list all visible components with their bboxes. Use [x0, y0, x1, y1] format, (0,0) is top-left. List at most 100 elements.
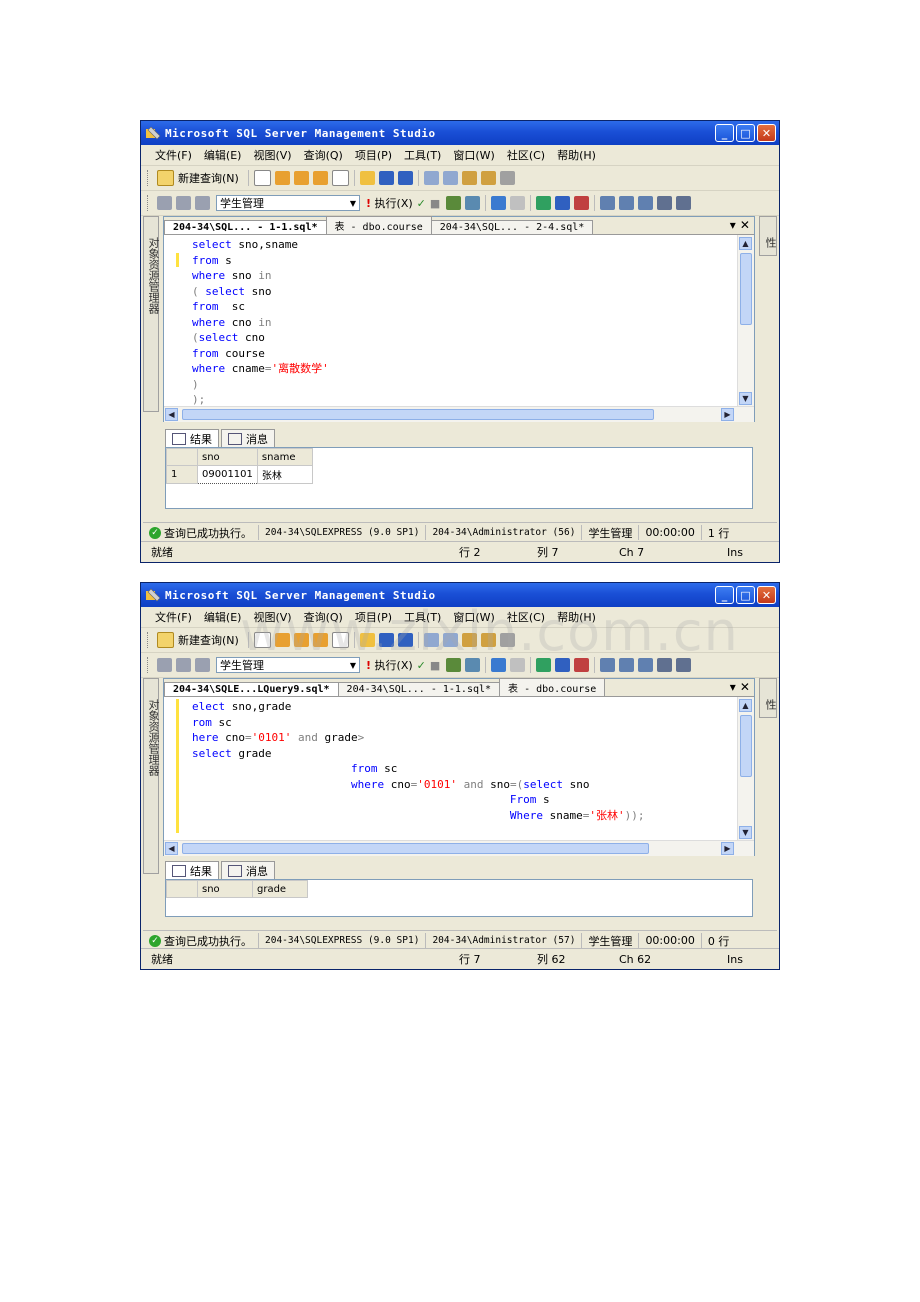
database-select[interactable]: 学生管理 ▼	[216, 195, 360, 211]
indent-icon[interactable]	[657, 658, 673, 672]
grid-corner[interactable]	[166, 880, 198, 898]
grid-corner[interactable]	[166, 448, 198, 466]
menu-file[interactable]: 文件(F)	[155, 609, 192, 625]
object-explorer-panel[interactable]: 对象资源管理器	[143, 216, 160, 412]
connect-icon[interactable]	[157, 196, 172, 210]
mobile-query-icon[interactable]	[312, 633, 328, 647]
menu-view[interactable]: 视图(V)	[253, 609, 291, 625]
database-select[interactable]: 学生管理 ▼	[216, 657, 360, 673]
sql-editor[interactable]: select sno,sname from s where sno in ( sele…	[164, 235, 738, 407]
menu-window[interactable]: 窗口(W)	[453, 147, 494, 163]
minimize-button[interactable]: _	[715, 586, 734, 604]
menu-tools[interactable]: 工具(T)	[404, 147, 441, 163]
intellisense-icon[interactable]	[491, 658, 507, 672]
results-tab[interactable]: 结果	[165, 429, 219, 447]
maximize-button[interactable]: □	[736, 124, 755, 142]
title-bar[interactable]: Microsoft SQL Server Management Studio _…	[141, 121, 779, 145]
tab-controls[interactable]: ▾ ✕	[730, 680, 750, 694]
comment-icon[interactable]	[638, 196, 654, 210]
registered-servers-icon[interactable]	[423, 633, 439, 647]
menu-query[interactable]: 查询(Q)	[304, 609, 343, 625]
tab-controls[interactable]: ▾ ✕	[730, 218, 750, 232]
open-folder-icon[interactable]	[359, 633, 375, 647]
vertical-scrollbar[interactable]: ▲ ▼	[737, 697, 754, 841]
estimated-plan-icon[interactable]	[446, 196, 462, 210]
scroll-up-icon[interactable]: ▲	[739, 237, 752, 250]
execute-button[interactable]: ! 执行(X)	[366, 195, 413, 211]
grid-cell[interactable]: 张林	[256, 465, 313, 484]
sql-editor[interactable]: elect sno,grade rom sc here cno='0101' and…	[164, 697, 738, 841]
results-grid[interactable]: sno grade	[165, 879, 753, 917]
include-plan-icon[interactable]	[536, 658, 552, 672]
new-query-button[interactable]: 新建查询(N)	[178, 170, 239, 186]
cancel-stop-icon[interactable]: ■	[430, 659, 440, 672]
minimize-button[interactable]: _	[715, 124, 734, 142]
design-query-icon[interactable]	[510, 196, 526, 210]
object-explorer-icon[interactable]	[461, 633, 477, 647]
results-to-text-icon[interactable]	[574, 196, 590, 210]
results-to-grid-icon[interactable]	[600, 196, 616, 210]
properties-panel[interactable]: 属性	[759, 216, 777, 256]
doc-tab[interactable]: 204-34\SQL... - 1-1.sql*	[164, 220, 327, 234]
query-options-icon[interactable]	[465, 196, 481, 210]
object-explorer-panel[interactable]: 对象资源管理器	[143, 678, 160, 874]
scroll-thumb[interactable]	[740, 715, 752, 777]
change-connection-icon[interactable]	[195, 658, 210, 672]
save-icon[interactable]	[378, 171, 394, 185]
client-stats-icon[interactable]	[555, 658, 571, 672]
change-connection-icon[interactable]	[195, 196, 210, 210]
menu-window[interactable]: 窗口(W)	[453, 609, 494, 625]
scroll-left-icon[interactable]: ◀	[165, 842, 178, 855]
execute-button[interactable]: ! 执行(X)	[366, 657, 413, 673]
toolbar-grip[interactable]	[147, 657, 151, 673]
menu-help[interactable]: 帮助(H)	[557, 609, 596, 625]
menu-edit[interactable]: 编辑(E)	[204, 609, 242, 625]
summary-icon[interactable]	[442, 171, 458, 185]
new-file-icon[interactable]	[253, 170, 271, 186]
intellisense-icon[interactable]	[491, 196, 507, 210]
menu-tools[interactable]: 工具(T)	[404, 609, 441, 625]
menu-project[interactable]: 项目(P)	[355, 609, 392, 625]
toolbar-grip[interactable]	[147, 195, 151, 211]
estimated-plan-icon[interactable]	[446, 658, 462, 672]
summary-icon[interactable]	[442, 633, 458, 647]
save-all-icon[interactable]	[397, 171, 413, 185]
include-plan-icon[interactable]	[536, 196, 552, 210]
scroll-right-icon[interactable]: ▶	[721, 408, 734, 421]
scroll-thumb[interactable]	[740, 253, 752, 325]
results-to-grid-icon[interactable]	[600, 658, 616, 672]
object-explorer-icon[interactable]	[461, 171, 477, 185]
save-icon[interactable]	[378, 633, 394, 647]
results-to-file-icon[interactable]	[619, 196, 635, 210]
query-options-icon[interactable]	[465, 658, 481, 672]
scroll-right-icon[interactable]: ▶	[721, 842, 734, 855]
menu-community[interactable]: 社区(C)	[507, 147, 545, 163]
toolbar-grip[interactable]	[147, 170, 151, 186]
database-engine-query-icon[interactable]	[274, 171, 290, 185]
results-to-text-icon[interactable]	[574, 658, 590, 672]
row-number[interactable]: 1	[166, 465, 198, 484]
menu-file[interactable]: 文件(F)	[155, 147, 192, 163]
scroll-left-icon[interactable]: ◀	[165, 408, 178, 421]
open-folder-icon[interactable]	[359, 171, 375, 185]
client-stats-icon[interactable]	[555, 196, 571, 210]
indent-icon[interactable]	[657, 196, 673, 210]
scroll-thumb[interactable]	[182, 843, 649, 854]
messages-tab[interactable]: 消息	[221, 861, 275, 879]
close-button[interactable]: ✕	[757, 124, 776, 142]
new-file-icon[interactable]	[253, 632, 271, 648]
properties-panel[interactable]: 属性	[759, 678, 777, 718]
messages-tab[interactable]: 消息	[221, 429, 275, 447]
doc-tab[interactable]: 204-34\SQL... - 1-1.sql*	[337, 682, 501, 696]
xmla-query-icon[interactable]	[331, 170, 349, 186]
menu-community[interactable]: 社区(C)	[507, 609, 545, 625]
close-button[interactable]: ✕	[757, 586, 776, 604]
template-explorer-icon[interactable]	[480, 171, 496, 185]
design-query-icon[interactable]	[510, 658, 526, 672]
scroll-down-icon[interactable]: ▼	[739, 826, 752, 839]
scroll-up-icon[interactable]: ▲	[739, 699, 752, 712]
parse-check-icon[interactable]: ✓	[417, 197, 426, 210]
column-header[interactable]: sno	[197, 448, 258, 466]
database-engine-query-icon[interactable]	[274, 633, 290, 647]
save-all-icon[interactable]	[397, 633, 413, 647]
